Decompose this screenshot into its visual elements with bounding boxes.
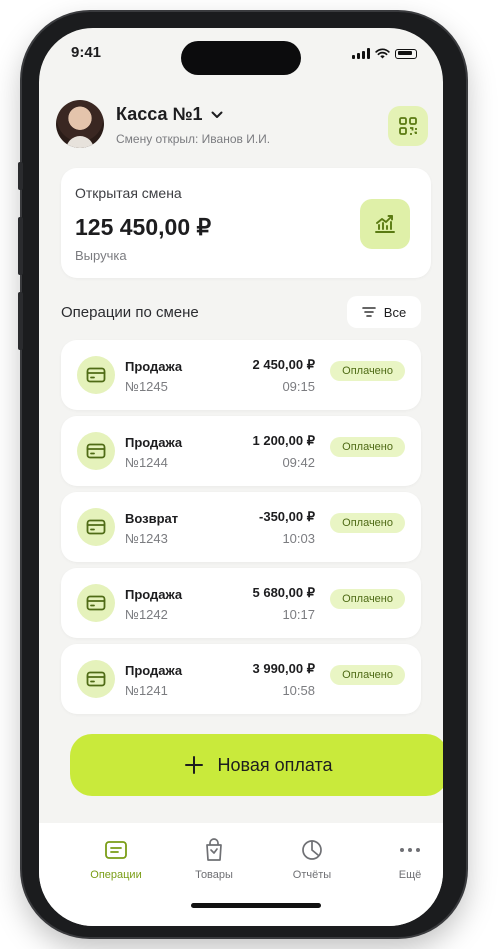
operation-row[interactable]: Продажа №1242 5 680,00 ₽ 10:17 Оплачено xyxy=(61,568,421,638)
tab-reports[interactable]: Отчёты xyxy=(267,837,357,881)
card-icon xyxy=(86,671,106,687)
operation-type: Продажа xyxy=(125,435,183,450)
operation-number: №1243 xyxy=(125,531,168,546)
operation-row[interactable]: Продажа №1245 2 450,00 ₽ 09:15 Оплачено xyxy=(61,340,421,410)
app-screen: 9:41 Касса №1 Смену открыл: Иванов И.И. xyxy=(39,28,443,926)
operation-row[interactable]: Продажа №1244 1 200,00 ₽ 09:42 Оплачено xyxy=(61,416,421,486)
more-icon xyxy=(400,848,420,852)
dynamic-island xyxy=(181,41,301,75)
chevron-down-icon xyxy=(211,111,223,118)
tab-products[interactable]: Товары xyxy=(169,837,259,881)
tab-label: Товары xyxy=(195,869,233,881)
header: Касса №1 Смену открыл: Иванов И.И. xyxy=(39,100,443,160)
operation-number: №1244 xyxy=(125,455,168,470)
operation-amount: 3 990,00 ₽ xyxy=(252,661,316,676)
operation-time: 10:58 xyxy=(282,683,315,698)
operation-time: 10:17 xyxy=(282,607,315,622)
operation-amount: 5 680,00 ₽ xyxy=(252,585,316,600)
operation-time: 10:03 xyxy=(282,531,315,546)
qr-scan-button[interactable] xyxy=(388,106,428,146)
filter-label: Все xyxy=(383,304,407,320)
operation-time: 09:42 xyxy=(282,455,315,470)
shift-summary-card: Открытая смена 125 450,00 ₽ Выручка xyxy=(61,168,431,278)
filter-icon xyxy=(361,307,376,317)
status-bar: 9:41 xyxy=(39,28,443,84)
operation-row[interactable]: Продажа №1241 3 990,00 ₽ 10:58 Оплачено xyxy=(61,644,421,714)
card-icon-wrap xyxy=(77,508,115,546)
tab-more[interactable]: Ещё xyxy=(365,837,443,881)
trend-chart-icon xyxy=(375,215,395,233)
operation-type: Возврат xyxy=(125,511,179,526)
status-time: 9:41 xyxy=(71,44,102,61)
filter-button[interactable]: Все xyxy=(347,296,421,328)
receipt-icon xyxy=(105,841,127,859)
shift-title: Открытая смена xyxy=(75,185,182,201)
operation-amount: 2 450,00 ₽ xyxy=(252,357,316,372)
register-selector[interactable]: Касса №1 xyxy=(116,104,223,125)
card-icon xyxy=(86,595,106,611)
operation-type: Продажа xyxy=(125,663,183,678)
bag-icon xyxy=(206,838,222,861)
tab-bar: Операции Товары Отчёты Ещё xyxy=(39,823,443,926)
operation-number: №1241 xyxy=(125,683,168,698)
status-badge: Оплачено xyxy=(330,665,405,685)
new-payment-button[interactable]: Новая оплата xyxy=(70,734,443,796)
tab-label: Операции xyxy=(90,869,142,881)
battery-icon xyxy=(395,48,417,59)
revenue-chart-button[interactable] xyxy=(360,199,410,249)
card-icon xyxy=(86,443,106,459)
qr-code-icon xyxy=(399,117,417,135)
status-icons xyxy=(352,48,417,59)
operation-type: Продажа xyxy=(125,359,183,374)
signal-icon xyxy=(352,48,370,59)
operation-amount: 1 200,00 ₽ xyxy=(252,433,316,448)
operation-number: №1242 xyxy=(125,607,168,622)
status-badge: Оплачено xyxy=(330,361,405,381)
avatar[interactable] xyxy=(56,100,104,148)
status-badge: Оплачено xyxy=(330,437,405,457)
plus-icon xyxy=(185,756,204,774)
tab-label: Ещё xyxy=(398,869,422,881)
shift-revenue-amount: 125 450,00 ₽ xyxy=(75,214,212,240)
operation-row[interactable]: Возврат №1243 -350,00 ₽ 10:03 Оплачено xyxy=(61,492,421,562)
card-icon-wrap xyxy=(77,432,115,470)
shift-revenue-label: Выручка xyxy=(75,248,127,263)
register-name: Касса №1 xyxy=(116,104,203,124)
status-badge: Оплачено xyxy=(330,513,405,533)
card-icon xyxy=(86,367,106,383)
home-indicator xyxy=(191,903,321,908)
card-icon-wrap xyxy=(77,660,115,698)
operations-title: Операции по смене xyxy=(61,304,199,321)
pie-chart-icon xyxy=(302,840,322,860)
status-badge: Оплачено xyxy=(330,589,405,609)
new-payment-label: Новая оплата xyxy=(217,754,333,775)
operation-amount: -350,00 ₽ xyxy=(259,509,315,524)
card-icon-wrap xyxy=(77,356,115,394)
tab-label: Отчёты xyxy=(292,869,332,881)
card-icon-wrap xyxy=(77,584,115,622)
shift-opened-by: Смену открыл: Иванов И.И. xyxy=(116,132,271,146)
card-icon xyxy=(86,519,106,535)
operation-type: Продажа xyxy=(125,587,183,602)
wifi-icon xyxy=(375,48,390,59)
operation-time: 09:15 xyxy=(282,379,315,394)
operation-number: №1245 xyxy=(125,379,168,394)
tab-operations[interactable]: Операции xyxy=(71,837,161,881)
